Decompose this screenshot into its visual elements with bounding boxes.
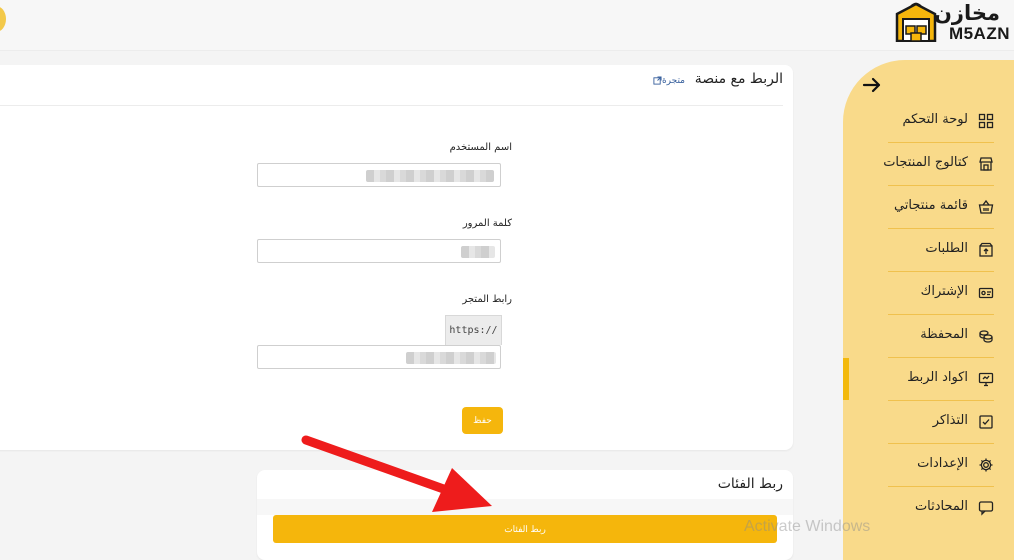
store-tag-label: متجرة	[661, 76, 685, 86]
username-label: اسم المستخدم	[449, 142, 512, 153]
warehouse-logo-icon	[895, 2, 937, 42]
store-platform-tag[interactable]: متجرة	[653, 76, 685, 86]
basket-icon	[978, 199, 994, 214]
top-bar: مخازن M5AZN	[0, 0, 1014, 51]
arrow-right-icon[interactable]	[862, 75, 882, 95]
redacted-value	[406, 352, 496, 364]
redacted-value	[366, 170, 494, 182]
sidebar-item-dashboard[interactable]: لوحة التحكم	[888, 100, 994, 143]
user-avatar[interactable]	[0, 6, 6, 32]
logo-arabic-text: مخازن	[933, 1, 1000, 25]
sidebar-item-label: الطلبات	[925, 241, 968, 256]
redacted-value	[461, 246, 495, 258]
id-card-icon	[978, 287, 994, 299]
sidebar-item-subscription[interactable]: الإشتراك	[888, 272, 994, 315]
sidebar-item-label: الإشتراك	[920, 284, 968, 299]
logo-english-text: M5AZN	[948, 24, 1010, 43]
username-input[interactable]	[257, 163, 501, 187]
monitor-icon	[978, 372, 994, 387]
sidebar-item-my-products[interactable]: قائمة منتجاتي	[888, 186, 994, 229]
activate-windows-watermark: Activate Windows	[744, 518, 871, 535]
card-header-strip	[257, 499, 793, 515]
url-prefix: https://	[445, 315, 502, 345]
store-icon	[979, 157, 993, 171]
card-title: الربط مع منصة	[694, 71, 783, 87]
sidebar-item-settings[interactable]: الإعدادات	[888, 444, 994, 487]
coins-icon	[979, 330, 993, 343]
categories-card: ربط الفئات ربط الفئات	[257, 470, 793, 560]
link-categories-button[interactable]: ربط الفئات	[273, 515, 777, 543]
password-label: كلمة المرور	[462, 218, 512, 229]
sidebar-item-label: اكواد الربط	[907, 370, 968, 385]
sidebar-item-link-codes[interactable]: اكواد الربط	[888, 358, 994, 401]
card-title: ربط الفئات	[717, 476, 783, 492]
store-url-input[interactable]	[257, 345, 501, 369]
save-button[interactable]: حفظ	[462, 407, 503, 434]
sidebar-item-label: كتالوج المنتجات	[883, 155, 968, 170]
sidebar-item-label: لوحة التحكم	[902, 112, 968, 127]
ticket-check-icon	[979, 415, 993, 429]
dashboard-grid-icon	[978, 113, 994, 129]
sidebar-item-tickets[interactable]: التذاكر	[888, 401, 994, 444]
sidebar-item-label: المحادثات	[914, 499, 968, 514]
sidebar-item-label: قائمة منتجاتي	[893, 198, 968, 213]
sidebar-item-label: الإعدادات	[917, 456, 968, 471]
box-arrow-up-icon	[979, 242, 993, 257]
gear-icon	[979, 458, 993, 472]
card-divider	[0, 105, 783, 106]
platform-connect-card: الربط مع منصة متجرة اسم المستخدم كلمة ال…	[0, 65, 793, 450]
sidebar-item-orders[interactable]: الطلبات	[888, 229, 994, 272]
sidebar-item-wallet[interactable]: المحفظة	[888, 315, 994, 358]
chat-icon	[978, 501, 994, 516]
sidebar-item-label: المحفظة	[920, 327, 968, 342]
app-logo[interactable]: مخازن M5AZN	[894, 0, 1012, 44]
sidebar-item-chats[interactable]: المحادثات	[888, 487, 994, 529]
password-input[interactable]	[257, 239, 501, 263]
sidebar-item-catalog[interactable]: كتالوج المنتجات	[883, 143, 994, 186]
sidebar-item-label: التذاكر	[932, 413, 968, 428]
external-link-icon	[653, 76, 662, 85]
store-url-label: رابط المتجر	[462, 294, 512, 305]
active-indicator	[843, 358, 849, 400]
